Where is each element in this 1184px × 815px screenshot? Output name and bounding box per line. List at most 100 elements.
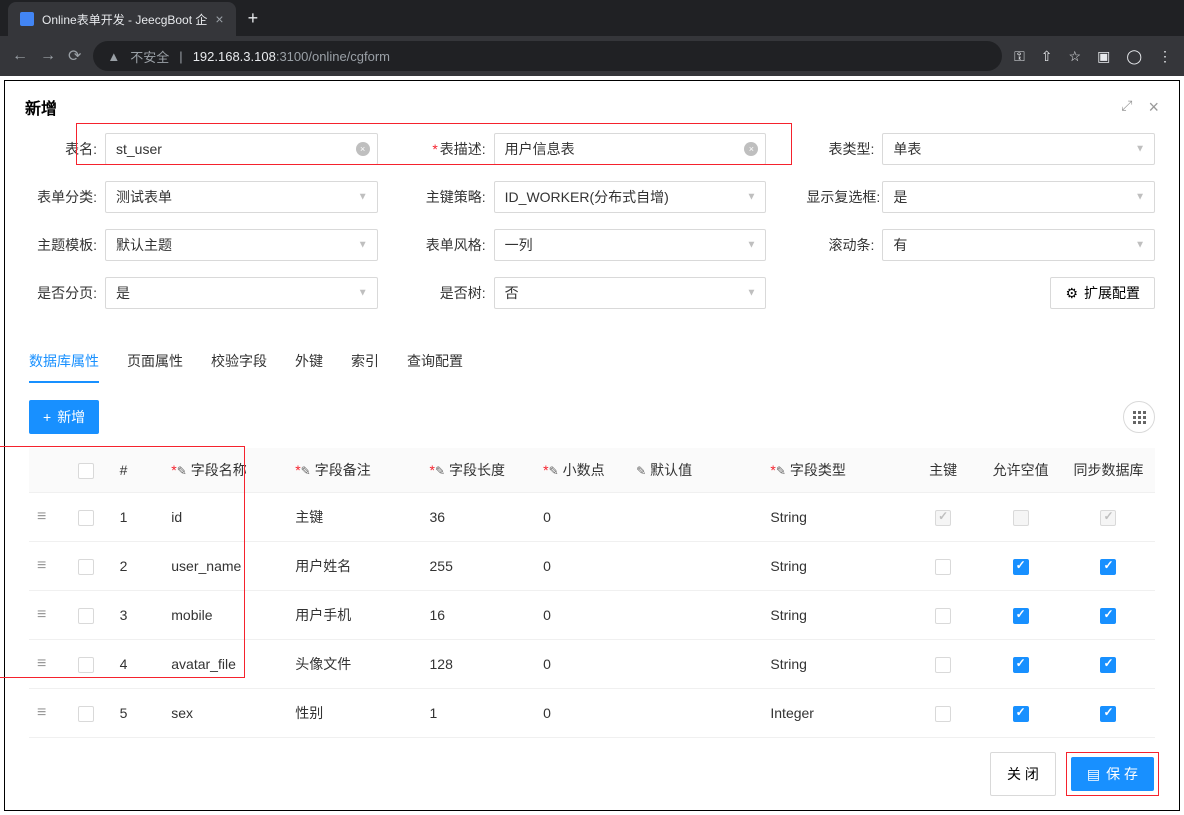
- null-checkbox[interactable]: [1013, 657, 1029, 673]
- column-settings-button[interactable]: [1123, 401, 1155, 433]
- cell-type[interactable]: String: [762, 640, 907, 689]
- url-bar[interactable]: ▲ 不安全 | 192.168.3.108:3100/online/cgform: [93, 41, 1002, 71]
- cell-decimal[interactable]: 0: [535, 689, 628, 738]
- fullscreen-icon[interactable]: ⤢: [1121, 97, 1132, 118]
- browser-tab[interactable]: Online表单开发 - JeecgBoot 企 ×: [8, 2, 236, 36]
- close-button[interactable]: 关 闭: [990, 752, 1056, 796]
- save-button[interactable]: ▤ 保 存: [1071, 757, 1154, 791]
- drag-handle-icon[interactable]: ≡: [37, 655, 46, 672]
- cell-remark[interactable]: 用户手机: [287, 591, 421, 640]
- sync-checkbox[interactable]: [1100, 559, 1116, 575]
- close-tab-icon[interactable]: ×: [215, 11, 223, 27]
- clear-icon[interactable]: ×: [356, 142, 370, 156]
- table-desc-input[interactable]: [494, 133, 767, 165]
- is-tree-select[interactable]: 否: [494, 277, 767, 309]
- show-checkbox-select[interactable]: 是: [882, 181, 1155, 213]
- cell-decimal[interactable]: 0: [535, 493, 628, 542]
- pk-checkbox[interactable]: [935, 657, 951, 673]
- cell-field-name[interactable]: id: [163, 493, 287, 542]
- tab-validation[interactable]: 校验字段: [211, 341, 267, 383]
- cell-type[interactable]: String: [762, 591, 907, 640]
- drag-handle-icon[interactable]: ≡: [37, 704, 46, 721]
- row-checkbox[interactable]: [78, 510, 94, 526]
- tab-bar: Online表单开发 - JeecgBoot 企 × +: [0, 0, 1184, 36]
- cell-length[interactable]: 36: [422, 493, 536, 542]
- pk-checkbox[interactable]: [935, 559, 951, 575]
- cell-length[interactable]: 128: [422, 640, 536, 689]
- clear-icon[interactable]: ×: [744, 142, 758, 156]
- cell-field-name[interactable]: avatar_file: [163, 640, 287, 689]
- row-checkbox[interactable]: [78, 657, 94, 673]
- browser-chrome: Online表单开发 - JeecgBoot 企 × + ← → ⟳ ▲ 不安全…: [0, 0, 1184, 76]
- row-checkbox[interactable]: [78, 608, 94, 624]
- select-all-checkbox[interactable]: [78, 463, 94, 479]
- key-icon[interactable]: ⚿: [1014, 48, 1025, 65]
- drag-handle-icon[interactable]: ≡: [37, 508, 46, 525]
- extensions-icon[interactable]: ▣: [1097, 48, 1110, 65]
- col-pk: 主键: [907, 448, 979, 493]
- cell-length[interactable]: 1: [422, 689, 536, 738]
- drag-handle-icon[interactable]: ≡: [37, 606, 46, 623]
- cell-field-name[interactable]: sex: [163, 689, 287, 738]
- cell-type[interactable]: String: [762, 493, 907, 542]
- pk-strategy-select[interactable]: ID_WORKER(分布式自增): [494, 181, 767, 213]
- drag-handle-icon[interactable]: ≡: [37, 557, 46, 574]
- null-checkbox[interactable]: [1013, 608, 1029, 624]
- pk-strategy-label: 主键策略:: [418, 187, 494, 207]
- cell-default[interactable]: [628, 493, 762, 542]
- table-type-select[interactable]: 单表: [882, 133, 1155, 165]
- cell-remark[interactable]: 用户姓名: [287, 542, 421, 591]
- close-icon[interactable]: ×: [1148, 97, 1159, 118]
- new-tab-button[interactable]: +: [248, 8, 259, 29]
- share-icon[interactable]: ⇧: [1041, 48, 1053, 65]
- cell-type[interactable]: Integer: [762, 689, 907, 738]
- cell-length[interactable]: 255: [422, 542, 536, 591]
- profile-icon[interactable]: ◯: [1126, 48, 1142, 65]
- sync-checkbox: [1100, 510, 1116, 526]
- edit-icon: ✎: [776, 464, 786, 478]
- reload-icon[interactable]: ⟳: [68, 46, 81, 66]
- cell-decimal[interactable]: 0: [535, 591, 628, 640]
- star-icon[interactable]: ☆: [1069, 48, 1082, 65]
- pagination-select[interactable]: 是: [105, 277, 378, 309]
- row-checkbox[interactable]: [78, 559, 94, 575]
- tab-query-config[interactable]: 查询配置: [407, 341, 463, 383]
- cell-remark[interactable]: 性别: [287, 689, 421, 738]
- form-style-select[interactable]: 一列: [494, 229, 767, 261]
- cell-default[interactable]: [628, 640, 762, 689]
- back-icon[interactable]: ←: [12, 47, 28, 65]
- form-category-select[interactable]: 测试表单: [105, 181, 378, 213]
- cell-decimal[interactable]: 0: [535, 542, 628, 591]
- null-checkbox[interactable]: [1013, 706, 1029, 722]
- tab-page-props[interactable]: 页面属性: [127, 341, 183, 383]
- cell-default[interactable]: [628, 591, 762, 640]
- table-name-input[interactable]: [105, 133, 378, 165]
- null-checkbox[interactable]: [1013, 559, 1029, 575]
- cell-field-name[interactable]: user_name: [163, 542, 287, 591]
- sync-checkbox[interactable]: [1100, 706, 1116, 722]
- pk-checkbox[interactable]: [935, 608, 951, 624]
- tab-db-props[interactable]: 数据库属性: [29, 341, 99, 383]
- cell-type[interactable]: String: [762, 542, 907, 591]
- grid-icon: [1133, 411, 1146, 424]
- row-checkbox[interactable]: [78, 706, 94, 722]
- modal-footer: 关 闭 ▤ 保 存: [5, 738, 1179, 810]
- add-row-button[interactable]: + 新增: [29, 400, 99, 434]
- sync-checkbox[interactable]: [1100, 608, 1116, 624]
- tab-foreign-key[interactable]: 外键: [295, 341, 323, 383]
- ext-config-button[interactable]: ⚙ 扩展配置: [1050, 277, 1155, 309]
- pk-checkbox[interactable]: [935, 706, 951, 722]
- cell-default[interactable]: [628, 542, 762, 591]
- sync-checkbox[interactable]: [1100, 657, 1116, 673]
- theme-template-select[interactable]: 默认主题: [105, 229, 378, 261]
- cell-remark[interactable]: 主键: [287, 493, 421, 542]
- cell-length[interactable]: 16: [422, 591, 536, 640]
- cell-remark[interactable]: 头像文件: [287, 640, 421, 689]
- cell-default[interactable]: [628, 689, 762, 738]
- tab-index[interactable]: 索引: [351, 341, 379, 383]
- menu-icon[interactable]: ⋮: [1158, 48, 1172, 65]
- forward-icon[interactable]: →: [40, 47, 56, 65]
- cell-field-name[interactable]: mobile: [163, 591, 287, 640]
- cell-decimal[interactable]: 0: [535, 640, 628, 689]
- scrollbar-select[interactable]: 有: [882, 229, 1155, 261]
